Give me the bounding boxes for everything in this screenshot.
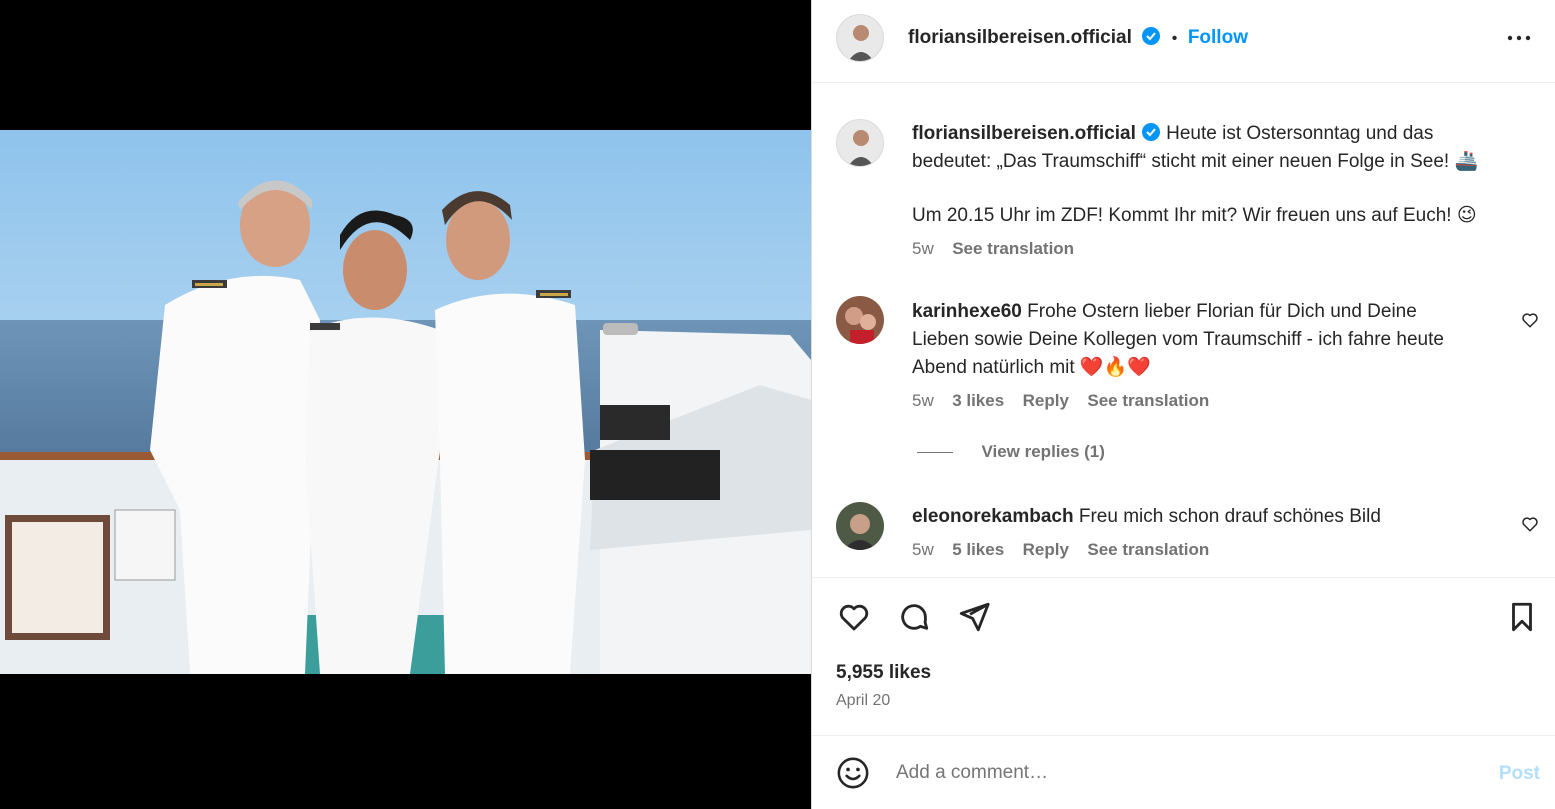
- comment-like-heart-icon[interactable]: [1521, 311, 1539, 334]
- likes-count[interactable]: 5,955 likes: [836, 662, 931, 684]
- caption-avatar[interactable]: [836, 119, 884, 167]
- post-header: floriansilbereisen.official • Follow: [812, 0, 1555, 83]
- author-username[interactable]: floriansilbereisen.official: [908, 27, 1132, 48]
- verified-badge-icon: [1142, 27, 1161, 45]
- post-actions: 5,955 likes April 20: [812, 577, 1555, 735]
- commenter-avatar-image: [836, 296, 884, 344]
- caption-time[interactable]: 5w: [912, 239, 934, 258]
- comment-likes[interactable]: 3 likes: [952, 391, 1004, 410]
- share-send-icon[interactable]: [956, 600, 992, 639]
- add-comment-bar: Post: [812, 735, 1555, 809]
- comment-time[interactable]: 5w: [912, 540, 934, 559]
- caption-username[interactable]: floriansilbereisen.official: [912, 123, 1136, 144]
- comment-like-heart-icon[interactable]: [1521, 515, 1539, 538]
- post-photo[interactable]: [0, 130, 811, 674]
- post-photo-image: [0, 130, 811, 674]
- post-comment-button[interactable]: Post: [1499, 763, 1540, 785]
- comment-bubble-icon[interactable]: [896, 600, 932, 639]
- comment-text: Freu mich schon drauf schönes Bild: [1078, 506, 1381, 527]
- like-heart-icon[interactable]: [836, 600, 872, 639]
- comment-likes[interactable]: 5 likes: [952, 540, 1004, 559]
- comment-see-translation[interactable]: See translation: [1087, 391, 1209, 410]
- follow-button[interactable]: Follow: [1188, 27, 1248, 48]
- caption-text-line-2: bedeutet: „Das Traumschiff“ sticht mit e…: [912, 151, 1479, 172]
- header-separator: •: [1171, 30, 1178, 47]
- caption-text-line-3: Um 20.15 Uhr im ZDF! Kommt Ihr mit? Wir …: [912, 205, 1477, 226]
- comment-reply-button[interactable]: Reply: [1023, 391, 1069, 410]
- view-replies-line: [917, 452, 953, 454]
- comment-text-line-1: Frohe Ostern lieber Florian für Dich und…: [1027, 301, 1417, 322]
- emoji-smiley-icon[interactable]: [836, 756, 870, 795]
- caption-text-line-1: Heute ist Ostersonntag und das: [1166, 123, 1434, 144]
- comment-time[interactable]: 5w: [912, 391, 934, 410]
- commenter-avatar-image: [836, 502, 884, 550]
- verified-badge-icon: [1141, 123, 1160, 141]
- commenter-avatar[interactable]: [836, 296, 884, 344]
- more-options-icon[interactable]: [1506, 30, 1532, 46]
- commenter-username[interactable]: eleonorekambach: [912, 506, 1074, 527]
- post-media[interactable]: [0, 0, 811, 809]
- comment-text-line-2: Lieben sowie Deine Kollegen vom Traumsch…: [912, 329, 1444, 350]
- commenter-username[interactable]: karinhexe60: [912, 301, 1022, 322]
- caption-avatar-image: [837, 120, 883, 166]
- post-date[interactable]: April 20: [836, 692, 890, 710]
- view-replies-button[interactable]: View replies (1): [981, 442, 1104, 461]
- author-avatar[interactable]: [836, 14, 884, 62]
- comment-text-line-3: Abend natürlich mit ❤️🔥❤️: [912, 357, 1151, 378]
- commenter-avatar[interactable]: [836, 502, 884, 550]
- post-side-panel: floriansilbereisen.official • Follow flo…: [811, 0, 1555, 809]
- author-avatar-image: [837, 15, 883, 61]
- save-bookmark-icon[interactable]: [1504, 600, 1540, 639]
- comment-reply-button[interactable]: Reply: [1023, 540, 1069, 559]
- caption-see-translation[interactable]: See translation: [952, 239, 1074, 258]
- comment-input[interactable]: [896, 758, 1456, 788]
- comment-see-translation[interactable]: See translation: [1087, 540, 1209, 559]
